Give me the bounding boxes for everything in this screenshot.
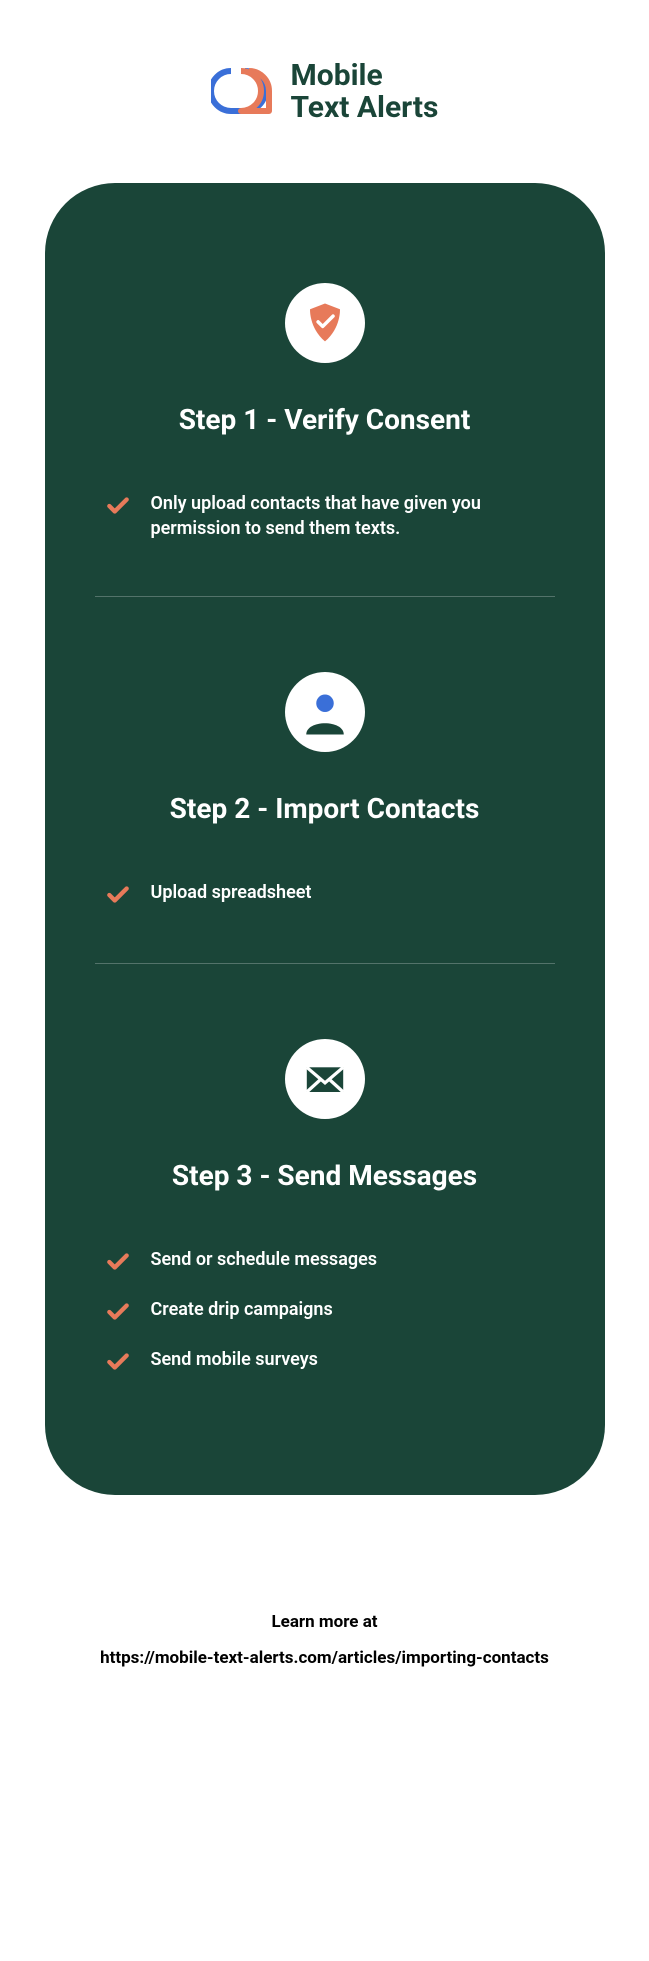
- list-item: Only upload contacts that have given you…: [105, 491, 545, 541]
- step-3: Step 3 - Send Messages Send or schedule …: [95, 1039, 555, 1375]
- logo-line2: Text Alerts: [291, 92, 439, 124]
- footer-line2: https://mobile-text-alerts.com/articles/…: [100, 1641, 549, 1677]
- step-1: Step 1 - Verify Consent Only upload cont…: [95, 283, 555, 541]
- shield-check-icon: [285, 283, 365, 363]
- step-2: Step 2 - Import Contacts Upload spreadsh…: [95, 672, 555, 908]
- envelope-icon: [285, 1039, 365, 1119]
- logo: Mobile Text Alerts: [211, 60, 439, 123]
- list-item: Send mobile surveys: [105, 1347, 545, 1375]
- check-icon: [105, 493, 131, 519]
- step-2-title: Step 2 - Import Contacts: [170, 792, 480, 825]
- step-3-items: Send or schedule messages Create drip ca…: [95, 1247, 555, 1375]
- item-text: Create drip campaigns: [151, 1297, 333, 1322]
- check-icon: [105, 1249, 131, 1275]
- footer: Learn more at https://mobile-text-alerts…: [100, 1605, 549, 1676]
- item-text: Only upload contacts that have given you…: [151, 491, 545, 541]
- list-item: Send or schedule messages: [105, 1247, 545, 1275]
- logo-text: Mobile Text Alerts: [291, 60, 439, 123]
- check-icon: [105, 1349, 131, 1375]
- list-item: Create drip campaigns: [105, 1297, 545, 1325]
- item-text: Send or schedule messages: [151, 1247, 378, 1272]
- step-2-items: Upload spreadsheet: [95, 880, 555, 908]
- step-1-title: Step 1 - Verify Consent: [179, 403, 471, 436]
- step-1-items: Only upload contacts that have given you…: [95, 491, 555, 541]
- logo-line1: Mobile: [291, 60, 439, 92]
- divider: [95, 963, 555, 964]
- logo-mark-icon: [211, 65, 277, 119]
- step-3-title: Step 3 - Send Messages: [172, 1159, 477, 1192]
- item-text: Send mobile surveys: [151, 1347, 318, 1372]
- list-item: Upload spreadsheet: [105, 880, 545, 908]
- check-icon: [105, 882, 131, 908]
- footer-line1: Learn more at: [100, 1605, 549, 1641]
- person-icon: [285, 672, 365, 752]
- steps-card: Step 1 - Verify Consent Only upload cont…: [45, 183, 605, 1495]
- item-text: Upload spreadsheet: [151, 880, 312, 905]
- check-icon: [105, 1299, 131, 1325]
- divider: [95, 596, 555, 597]
